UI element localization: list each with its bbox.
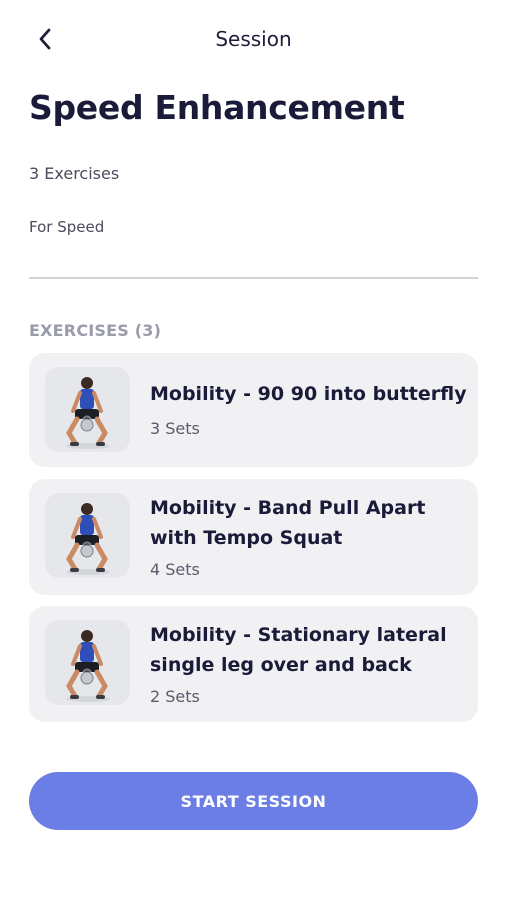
exercises-section-label: EXERCISES (3)	[29, 321, 162, 340]
kettlebell-athlete-image	[45, 493, 130, 578]
start-session-button[interactable]: START SESSION	[29, 772, 478, 830]
screen-title: Session	[215, 27, 292, 51]
exercise-card[interactable]: Mobility - 90 90 into butterfly 3 Sets	[29, 353, 478, 467]
kettlebell-athlete-image	[45, 367, 130, 452]
divider	[29, 277, 478, 279]
exercise-sets: 4 Sets	[150, 560, 200, 579]
exercise-name: Mobility - Band Pull Apart with Tempo Sq…	[150, 497, 426, 549]
session-focus: For Speed	[29, 218, 105, 236]
exercise-sets: 3 Sets	[150, 419, 200, 438]
top-bar: Session	[0, 0, 507, 80]
exercise-name: Mobility - 90 90 into butterfly	[150, 383, 467, 405]
session-name: Speed Enhancement	[29, 88, 405, 127]
kettlebell-athlete-image	[45, 620, 130, 705]
exercise-name: Mobility - Stationary lateral single leg…	[150, 624, 447, 676]
exercise-count: 3 Exercises	[29, 164, 120, 183]
exercise-card[interactable]: Mobility - Band Pull Apart with Tempo Sq…	[29, 479, 478, 595]
exercise-card[interactable]: Mobility - Stationary lateral single leg…	[29, 606, 478, 722]
exercise-sets: 2 Sets	[150, 687, 200, 706]
